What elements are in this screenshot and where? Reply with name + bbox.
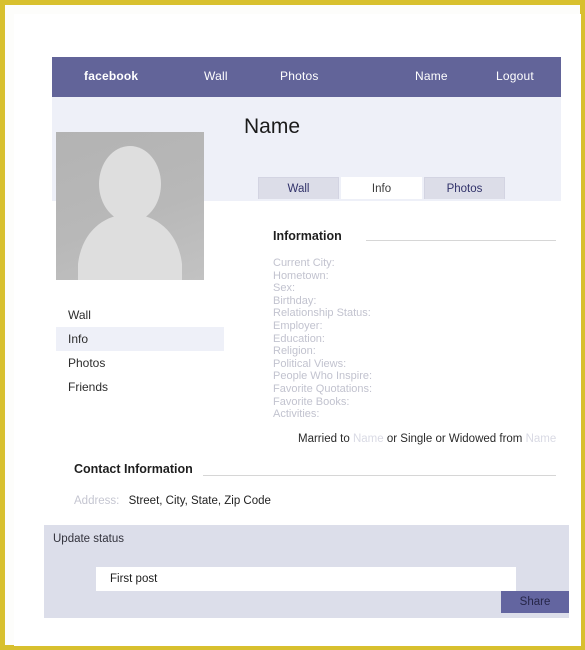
info-field-sex: Sex: <box>273 282 296 295</box>
nav-item-name[interactable]: Name <box>415 69 448 83</box>
tab-wall[interactable]: Wall <box>258 177 339 199</box>
address-label: Address: <box>74 495 120 507</box>
sidebar-item-friends[interactable]: Friends <box>56 375 224 399</box>
page-sheet: facebook Wall Photos Name Logout Name Wa… <box>14 14 581 646</box>
information-divider <box>366 240 556 241</box>
profile-tabstrip: Wall Info Photos <box>258 177 505 199</box>
info-field-favorite-books: Favorite Books: <box>273 395 350 408</box>
marital-name-1: Name <box>352 433 384 445</box>
info-field-birthday: Birthday: <box>273 294 317 307</box>
information-field-list: Current City: Hometown: Sex: Birthday: R… <box>273 257 553 421</box>
info-field-people-who-inspire: People Who Inspire: <box>273 370 373 383</box>
page-frame: facebook Wall Photos Name Logout Name Wa… <box>0 0 585 650</box>
sidebar-item-wall[interactable]: Wall <box>56 303 224 327</box>
watermark <box>50 611 220 621</box>
marital-name-2: Name <box>525 433 557 445</box>
info-field-employer: Employer: <box>273 319 323 332</box>
nav-item-logout[interactable]: Logout <box>496 69 534 83</box>
info-field-education: Education: <box>273 332 325 345</box>
marital-middle: or Single or Widowed from <box>386 433 523 445</box>
profile-sidebar: Wall Info Photos Friends <box>56 303 224 399</box>
sidebar-item-photos[interactable]: Photos <box>56 351 224 375</box>
nav-brand-facebook[interactable]: facebook <box>84 69 138 83</box>
page-title: Name <box>244 115 301 138</box>
profile-avatar[interactable] <box>56 132 204 280</box>
address-value: Street, City, State, Zip Code <box>128 495 271 507</box>
status-input[interactable]: First post <box>96 567 516 591</box>
info-field-current-city: Current City: <box>273 257 335 269</box>
update-status-panel: Update status First post Share <box>44 525 569 618</box>
info-field-hometown: Hometown: <box>273 269 329 282</box>
share-button[interactable]: Share <box>501 591 569 613</box>
tab-photos[interactable]: Photos <box>424 177 505 199</box>
marital-prefix: Married to <box>298 433 350 445</box>
info-field-favorite-quotations: Favorite Quotations: <box>273 382 373 395</box>
user-silhouette-icon <box>56 132 204 280</box>
nav-item-photos[interactable]: Photos <box>280 69 319 83</box>
sidebar-item-info[interactable]: Info <box>56 327 224 351</box>
contact-information-heading: Contact Information <box>74 462 193 476</box>
info-field-activities: Activities: <box>273 408 320 421</box>
address-row: Address: Street, City, State, Zip Code <box>74 495 271 507</box>
info-field-political-views: Political Views: <box>273 357 347 370</box>
update-status-label: Update status <box>53 533 124 545</box>
information-heading: Information <box>273 229 342 243</box>
nav-item-wall[interactable]: Wall <box>204 69 228 83</box>
info-field-religion: Religion: <box>273 345 316 358</box>
tab-info[interactable]: Info <box>341 177 422 199</box>
info-field-relationship-status: Relationship Status: <box>273 307 371 320</box>
top-navigation-bar: facebook Wall Photos Name Logout <box>52 57 561 97</box>
contact-information-divider <box>203 475 556 476</box>
marital-status-line: Married to Name or Single or Widowed fro… <box>298 433 556 445</box>
